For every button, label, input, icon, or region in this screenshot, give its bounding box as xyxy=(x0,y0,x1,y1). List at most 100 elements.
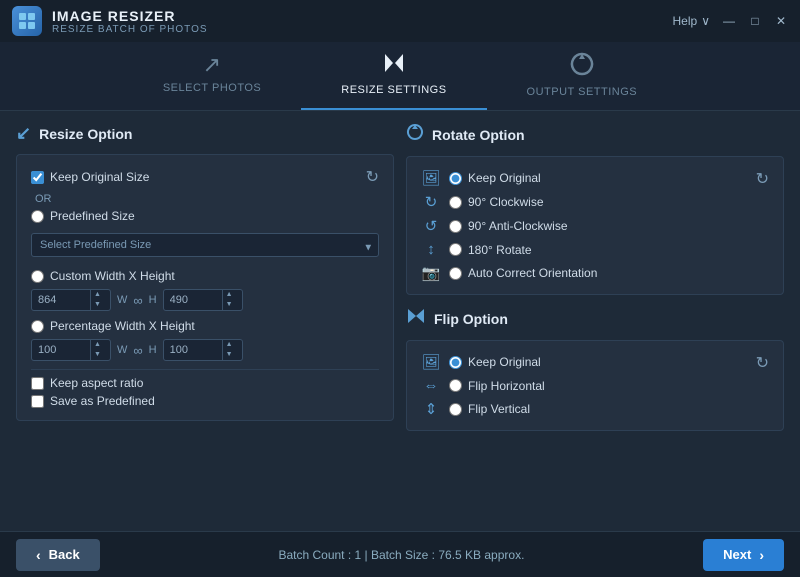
flip-keep-original-radio[interactable] xyxy=(449,356,462,369)
rotate-option-title: Rotate Option xyxy=(406,123,784,146)
rotate-keep-original-icon: 🖼 xyxy=(421,169,441,187)
pct-width-input[interactable] xyxy=(32,340,90,360)
app-title-block: IMAGE RESIZER RESIZE BATCH OF PHOTOS xyxy=(52,8,208,35)
step-output-settings[interactable]: OUTPUT SETTINGS xyxy=(487,42,678,110)
width-down-arrow[interactable]: ▼ xyxy=(91,300,104,310)
pct-height-spinner: ▲ ▼ xyxy=(222,340,236,359)
pct-height-up-arrow[interactable]: ▲ xyxy=(223,340,236,350)
custom-wh-row: Custom Width X Height xyxy=(31,269,379,283)
width-input-wrap: ▲ ▼ xyxy=(31,289,111,311)
step-navigation: ↗ SELECT PHOTOS RESIZE SETTINGS OUTPUT S… xyxy=(0,42,800,111)
infinity-icon: ∞ xyxy=(133,293,142,308)
right-panels: Rotate Option 🖼 Keep Original ↻ xyxy=(406,123,784,519)
predefined-size-row: Predefined Size xyxy=(31,209,379,223)
rotate-90cw-radio[interactable] xyxy=(449,196,462,209)
close-button[interactable]: ✕ xyxy=(774,14,788,28)
predefined-size-label[interactable]: Predefined Size xyxy=(31,209,135,223)
keep-aspect-checkbox[interactable] xyxy=(31,377,44,390)
rotate-auto-correct: 📷 Auto Correct Orientation xyxy=(421,264,597,282)
pct-wh-radio[interactable] xyxy=(31,320,44,333)
w-label: W xyxy=(117,294,127,306)
width-input[interactable] xyxy=(32,290,90,310)
custom-wh-radio[interactable] xyxy=(31,270,44,283)
rotate-auto-correct-radio[interactable] xyxy=(449,267,462,280)
resize-divider xyxy=(31,369,379,370)
height-input[interactable] xyxy=(164,290,222,310)
flip-icon xyxy=(406,307,426,330)
custom-wh-label[interactable]: Custom Width X Height xyxy=(31,269,175,283)
resize-option-box: Keep Original Size ↻ OR Predefined Size … xyxy=(16,154,394,421)
rotate-reset-button[interactable]: ↻ xyxy=(756,169,769,189)
flip-reset-button[interactable]: ↻ xyxy=(756,353,769,373)
back-button[interactable]: ‹ Back xyxy=(16,539,100,571)
rotate-180: ↕ 180° Rotate xyxy=(421,241,597,258)
pct-wh-label[interactable]: Percentage Width X Height xyxy=(31,319,195,333)
pct-wh-row: Percentage Width X Height xyxy=(31,319,379,333)
maximize-button[interactable]: □ xyxy=(748,14,762,28)
flip-keep-original: 🖼 Keep Original xyxy=(421,353,545,371)
next-label: Next xyxy=(723,547,751,562)
flip-option-panel: Flip Option 🖼 Keep Original ⇔ xyxy=(406,307,784,431)
pct-height-input[interactable] xyxy=(164,340,222,360)
predefined-size-select[interactable]: Select Predefined Size xyxy=(31,233,379,257)
keep-original-row: Keep Original Size ↻ xyxy=(31,167,379,187)
flip-option-box: 🖼 Keep Original ⇔ Flip Horizontal xyxy=(406,340,784,431)
select-photos-icon: ↗ xyxy=(203,52,222,78)
minimize-button[interactable]: — xyxy=(722,14,736,28)
height-up-arrow[interactable]: ▲ xyxy=(223,290,236,300)
title-bar-right: Help ∨ — □ ✕ xyxy=(673,14,788,28)
resize-settings-icon xyxy=(381,52,407,80)
predefined-size-radio[interactable] xyxy=(31,210,44,223)
step-output-settings-label: OUTPUT SETTINGS xyxy=(527,86,638,98)
rotate-90ccw-radio[interactable] xyxy=(449,220,462,233)
pct-width-input-wrap: ▲ ▼ xyxy=(31,339,111,361)
resize-reset-button[interactable]: ↻ xyxy=(366,167,379,187)
flip-option-title: Flip Option xyxy=(406,307,784,330)
pct-dim-row: ▲ ▼ W ∞ H ▲ ▼ xyxy=(31,339,379,361)
pct-width-spinner: ▲ ▼ xyxy=(90,340,104,359)
pct-width-up-arrow[interactable]: ▲ xyxy=(91,340,104,350)
back-label: Back xyxy=(49,547,80,562)
or-divider: OR xyxy=(35,193,379,205)
rotate-keep-original-radio[interactable] xyxy=(449,172,462,185)
app-name: IMAGE RESIZER xyxy=(52,8,208,24)
height-down-arrow[interactable]: ▼ xyxy=(223,300,236,310)
pct-width-down-arrow[interactable]: ▼ xyxy=(91,350,104,360)
keep-original-checkbox[interactable] xyxy=(31,171,44,184)
flip-vertical-icon: ⇕ xyxy=(421,400,441,418)
back-arrow-icon: ‹ xyxy=(36,547,41,563)
save-predefined-label[interactable]: Save as Predefined xyxy=(31,394,379,408)
save-predefined-checkbox[interactable] xyxy=(31,395,44,408)
flip-vertical-radio[interactable] xyxy=(449,403,462,416)
keep-original-label[interactable]: Keep Original Size xyxy=(31,170,149,184)
predefined-select-wrapper: Select Predefined Size ▾ xyxy=(31,229,379,265)
width-spinner: ▲ ▼ xyxy=(90,290,104,309)
batch-size: Batch Size : 76.5 KB approx. xyxy=(371,548,524,562)
pct-height-down-arrow[interactable]: ▼ xyxy=(223,350,236,360)
custom-dim-row: ▲ ▼ W ∞ H ▲ ▼ xyxy=(31,289,379,311)
rotate-180-radio[interactable] xyxy=(449,243,462,256)
width-up-arrow[interactable]: ▲ xyxy=(91,290,104,300)
help-button[interactable]: Help ∨ xyxy=(673,14,710,28)
batch-count: Batch Count : 1 xyxy=(278,548,361,562)
title-bar-left: IMAGE RESIZER RESIZE BATCH OF PHOTOS xyxy=(12,6,208,36)
step-select-photos-label: SELECT PHOTOS xyxy=(163,82,261,94)
rotate-90ccw: ↺ 90° Anti-Clockwise xyxy=(421,217,597,235)
app-icon xyxy=(12,6,42,36)
next-button[interactable]: Next › xyxy=(703,539,784,571)
flip-horizontal-radio[interactable] xyxy=(449,379,462,392)
pct-infinity-icon: ∞ xyxy=(133,343,142,358)
step-select-photos[interactable]: ↗ SELECT PHOTOS xyxy=(123,42,301,110)
footer: ‹ Back Batch Count : 1 | Batch Size : 76… xyxy=(0,531,800,577)
step-resize-settings[interactable]: RESIZE SETTINGS xyxy=(301,42,486,110)
pct-height-input-wrap: ▲ ▼ xyxy=(163,339,243,361)
bottom-checks: Keep aspect ratio Save as Predefined xyxy=(31,376,379,408)
keep-aspect-label[interactable]: Keep aspect ratio xyxy=(31,376,379,390)
flip-horizontal-icon: ⇔ xyxy=(421,377,441,394)
flip-vertical: ⇕ Flip Vertical xyxy=(421,400,545,418)
rotate-90cw-icon: ↻ xyxy=(421,193,441,211)
rotate-keep-original: 🖼 Keep Original xyxy=(421,169,597,187)
flip-horizontal: ⇔ Flip Horizontal xyxy=(421,377,545,394)
next-arrow-icon: › xyxy=(759,547,764,563)
rotate-auto-correct-icon: 📷 xyxy=(421,264,441,282)
